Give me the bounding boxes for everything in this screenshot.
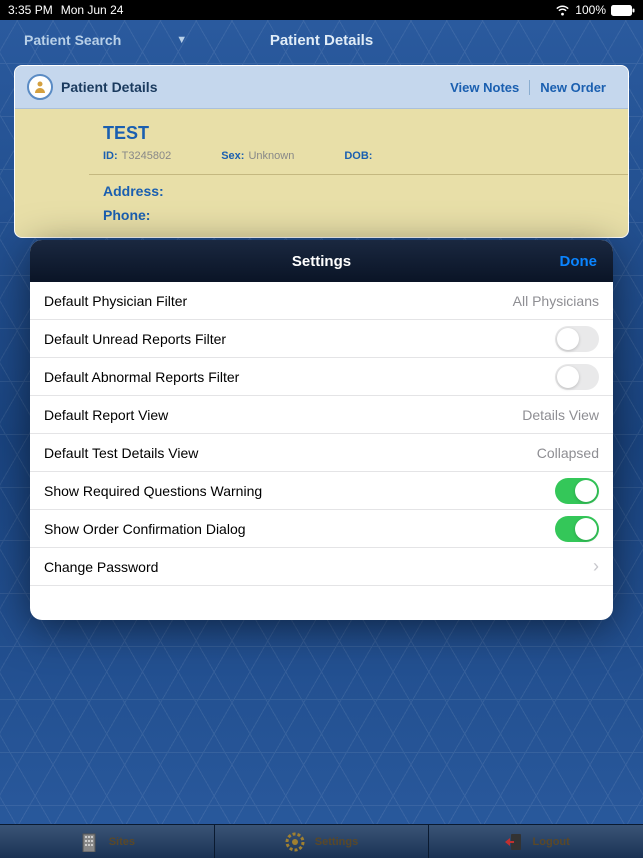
setting-value: All Physicians [513, 293, 599, 309]
id-value: T3245802 [122, 150, 172, 162]
toggle-switch[interactable] [555, 326, 599, 352]
gear-icon [285, 832, 305, 852]
tab-settings[interactable]: Settings [215, 825, 430, 858]
wifi-icon [555, 5, 570, 16]
chevron-down-icon: ▼ [176, 34, 187, 46]
setting-row[interactable]: Default Unread Reports Filter [30, 320, 613, 358]
chevron-right-icon: › [593, 556, 599, 577]
status-bar: 3:35 PM Mon Jun 24 100% [0, 0, 643, 20]
sex-value: Unknown [248, 150, 294, 162]
toggle-switch[interactable] [555, 478, 599, 504]
toggle-switch[interactable] [555, 364, 599, 390]
tab-logout[interactable]: Logout [429, 825, 643, 858]
setting-value: Details View [522, 407, 599, 423]
setting-row[interactable]: Show Order Confirmation Dialog [30, 510, 613, 548]
patient-search-dropdown[interactable]: Patient Search ▼ [24, 32, 187, 48]
setting-label: Default Abnormal Reports Filter [44, 369, 555, 385]
address-label: Address: [103, 183, 614, 199]
card-title: Patient Details [61, 79, 440, 95]
tab-label: Logout [533, 836, 570, 848]
settings-modal: Settings Done Default Physician FilterAl… [30, 240, 613, 620]
new-order-button[interactable]: New Order [529, 80, 616, 95]
setting-row[interactable]: Default Physician FilterAll Physicians [30, 282, 613, 320]
view-notes-button[interactable]: View Notes [440, 80, 529, 95]
done-button[interactable]: Done [560, 253, 598, 270]
tab-sites[interactable]: Sites [0, 825, 215, 858]
setting-value: Collapsed [537, 445, 599, 461]
tab-label: Sites [109, 836, 135, 848]
patient-meta-row: ID: T3245802 Sex: Unknown DOB: [103, 150, 614, 162]
dropdown-label: Patient Search [24, 32, 121, 48]
divider [89, 174, 629, 175]
setting-row[interactable]: Default Abnormal Reports Filter [30, 358, 613, 396]
setting-label: Show Order Confirmation Dialog [44, 521, 555, 537]
setting-label: Change Password [44, 559, 589, 575]
setting-label: Default Unread Reports Filter [44, 331, 555, 347]
page-title: Patient Details [270, 32, 373, 49]
person-icon [27, 74, 53, 100]
status-date: Mon Jun 24 [61, 3, 124, 17]
setting-label: Default Physician Filter [44, 293, 513, 309]
tab-label: Settings [315, 836, 358, 848]
status-battery-pct: 100% [575, 3, 606, 17]
building-icon [79, 832, 99, 852]
setting-row[interactable]: Default Test Details ViewCollapsed [30, 434, 613, 472]
setting-label: Default Test Details View [44, 445, 537, 461]
setting-row[interactable]: Default Report ViewDetails View [30, 396, 613, 434]
nav-bar: Patient Search ▼ Patient Details [0, 20, 643, 60]
modal-header: Settings Done [30, 240, 613, 282]
toggle-switch[interactable] [555, 516, 599, 542]
id-label: ID: [103, 150, 118, 162]
modal-title: Settings [292, 253, 351, 270]
patient-name: TEST [103, 123, 614, 144]
status-time: 3:35 PM [8, 3, 53, 17]
tab-bar: Sites Settings Logout [0, 824, 643, 858]
patient-details-card: Patient Details View Notes New Order TES… [14, 65, 629, 238]
logout-icon [503, 832, 523, 852]
phone-label: Phone: [103, 207, 614, 223]
setting-row[interactable]: Show Required Questions Warning [30, 472, 613, 510]
sex-label: Sex: [221, 150, 244, 162]
dob-label: DOB: [344, 150, 372, 162]
battery-icon [611, 5, 635, 16]
setting-row[interactable]: Change Password› [30, 548, 613, 586]
setting-label: Default Report View [44, 407, 522, 423]
setting-label: Show Required Questions Warning [44, 483, 555, 499]
